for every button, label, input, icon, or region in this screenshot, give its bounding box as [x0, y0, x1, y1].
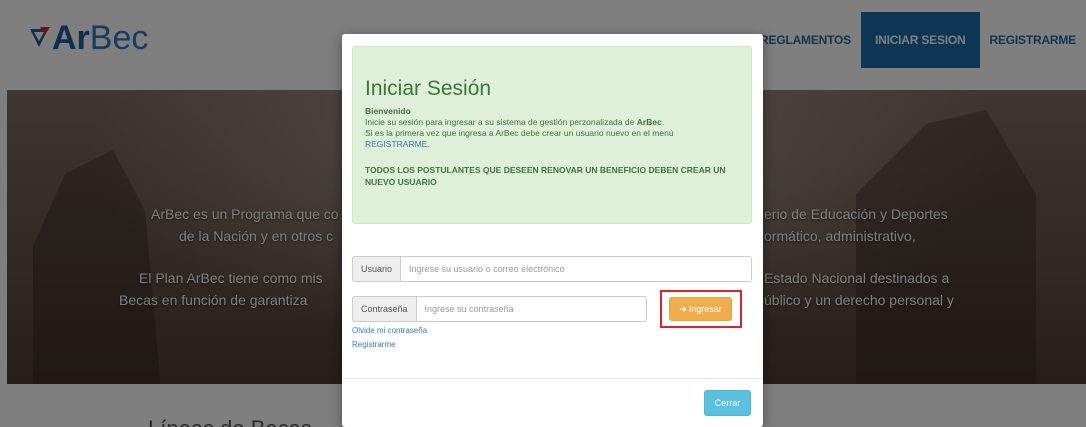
registrarme-link[interactable]: REGISTRARME: [365, 139, 427, 149]
welcome-text: Bienvenido Inicie su sesión para ingresa…: [365, 106, 674, 149]
intro-brand: ArBec: [636, 117, 662, 127]
intro-line-2: Si es la primera vez que ingresa a ArBec…: [365, 128, 674, 138]
modal-title: Iniciar Sesión: [365, 77, 492, 100]
welcome-heading: Bienvenido: [365, 106, 411, 116]
forgot-password-link[interactable]: Olvide mi contraseña: [352, 326, 427, 335]
close-button[interactable]: Cerrar: [704, 390, 751, 416]
intro-line-1: Inicie su sesión para ingresar a su sist…: [365, 117, 637, 127]
usuario-input-group: Usuario: [352, 256, 752, 282]
password-input-group: Contraseña: [352, 296, 647, 322]
usuario-label: Usuario: [352, 256, 401, 282]
sign-in-icon: ➜: [679, 303, 687, 314]
modal-footer-divider: [342, 378, 763, 379]
password-label: Contraseña: [352, 296, 416, 322]
renewal-warning: TODOS LOS POSTULANTES QUE DESEEN RENOVAR…: [365, 165, 726, 187]
ingresar-button-label: Ingresar: [688, 304, 722, 314]
welcome-alert: Iniciar Sesión Bienvenido Inicie su sesi…: [352, 46, 752, 224]
login-modal: Iniciar Sesión Bienvenido Inicie su sesi…: [342, 34, 763, 427]
usuario-input[interactable]: [400, 256, 752, 282]
register-link[interactable]: Registrarme: [352, 340, 396, 349]
password-input[interactable]: [415, 296, 647, 322]
ingresar-button[interactable]: ➜ Ingresar: [669, 297, 732, 321]
